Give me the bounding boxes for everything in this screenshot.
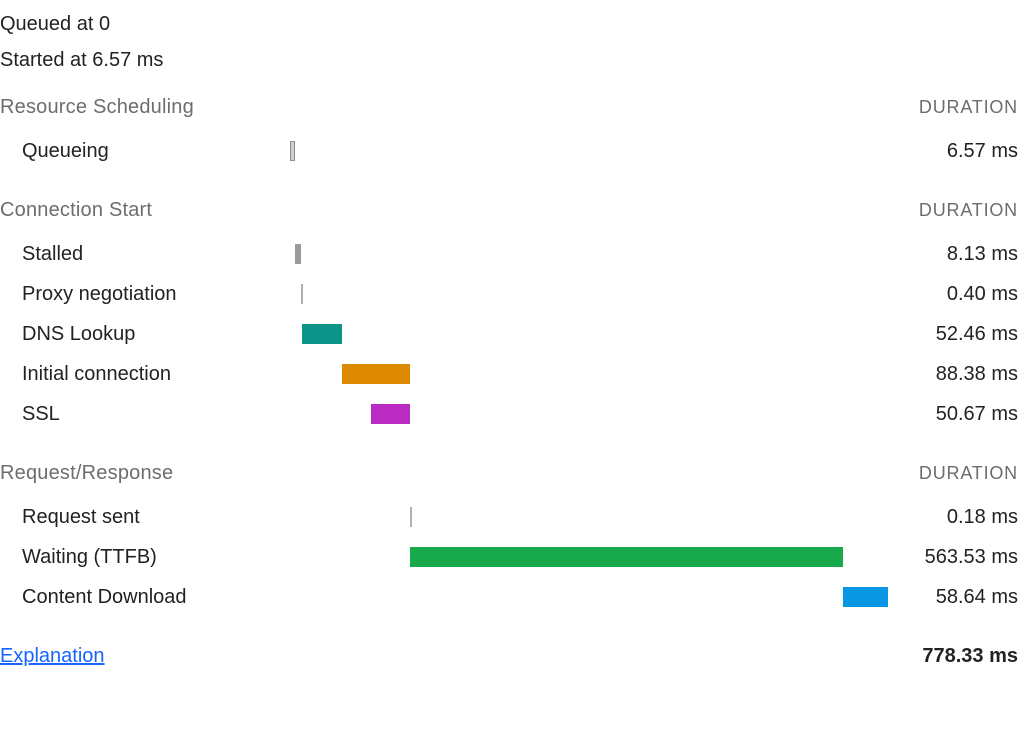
timing-row: Waiting (TTFB) 563.53 ms <box>0 537 1018 577</box>
timing-bar-track <box>290 545 888 569</box>
timing-row-label: Request sent <box>0 506 290 529</box>
timing-bar-track <box>290 322 888 346</box>
timing-row: Content Download 58.64 ms <box>0 577 1018 617</box>
timing-row: SSL 50.67 ms <box>0 394 1018 434</box>
timing-row-value: 0.18 ms <box>888 506 1018 529</box>
timing-bar-track <box>290 505 888 529</box>
timing-row-value: 563.53 ms <box>888 546 1018 569</box>
queued-line: Queued at 0 <box>0 10 1018 38</box>
timing-bar-track <box>290 585 888 609</box>
section-header: Request/Response DURATION <box>0 462 1018 485</box>
started-value: 6.57 ms <box>92 49 163 71</box>
section-header: Connection Start DURATION <box>0 199 1018 222</box>
timing-row-label: DNS Lookup <box>0 323 290 346</box>
timing-row-value: 8.13 ms <box>888 243 1018 266</box>
section-resource-scheduling: Resource Scheduling DURATION Queueing 6.57 … <box>0 96 1018 171</box>
timing-bar <box>301 284 303 304</box>
section-duration-header: DURATION <box>919 463 1018 484</box>
timing-row-value: 0.40 ms <box>888 283 1018 306</box>
timing-bar <box>371 404 410 424</box>
explanation-link[interactable]: Explanation <box>0 645 105 668</box>
section-title: Request/Response <box>0 462 173 485</box>
queued-value: 0 <box>99 13 110 35</box>
timing-row-value: 58.64 ms <box>888 586 1018 609</box>
timing-bar <box>290 141 295 161</box>
timing-row-label: Waiting (TTFB) <box>0 546 290 569</box>
timing-bar <box>843 587 888 607</box>
intro-block: Queued at 0 Started at 6.57 ms <box>0 10 1018 74</box>
timing-row: Queueing 6.57 ms <box>0 131 1018 171</box>
queued-prefix: Queued at <box>0 13 99 35</box>
timing-row-label: Proxy negotiation <box>0 283 290 306</box>
timing-row-label: Initial connection <box>0 363 290 386</box>
section-title: Resource Scheduling <box>0 96 194 119</box>
timing-bar-track <box>290 242 888 266</box>
footer: Explanation 778.33 ms <box>0 645 1018 668</box>
timing-bar <box>342 364 410 384</box>
section-header: Resource Scheduling DURATION <box>0 96 1018 119</box>
timing-bar <box>410 507 412 527</box>
timing-bar <box>295 244 301 264</box>
section-title: Connection Start <box>0 199 152 222</box>
timing-bar-track <box>290 362 888 386</box>
timing-row: DNS Lookup 52.46 ms <box>0 314 1018 354</box>
timing-row: Proxy negotiation 0.40 ms <box>0 274 1018 314</box>
section-connection-start: Connection Start DURATION Stalled 8.13 ms Pr… <box>0 199 1018 434</box>
timing-bar-track <box>290 402 888 426</box>
timing-row-label: Stalled <box>0 243 290 266</box>
timing-bar-track <box>290 139 888 163</box>
timing-row-label: Queueing <box>0 140 290 163</box>
timing-bar <box>410 547 843 567</box>
timing-row: Stalled 8.13 ms <box>0 234 1018 274</box>
started-prefix: Started at <box>0 49 92 71</box>
timing-row-value: 52.46 ms <box>888 323 1018 346</box>
timing-row: Initial connection 88.38 ms <box>0 354 1018 394</box>
timing-row-label: SSL <box>0 403 290 426</box>
section-duration-header: DURATION <box>919 97 1018 118</box>
started-line: Started at 6.57 ms <box>0 46 1018 74</box>
section-duration-header: DURATION <box>919 200 1018 221</box>
timing-row-value: 50.67 ms <box>888 403 1018 426</box>
section-request-response: Request/Response DURATION Request sent 0.18… <box>0 462 1018 617</box>
timing-row: Request sent 0.18 ms <box>0 497 1018 537</box>
timing-bar <box>302 324 342 344</box>
timing-row-label: Content Download <box>0 586 290 609</box>
timing-bar-track <box>290 282 888 306</box>
timing-row-value: 88.38 ms <box>888 363 1018 386</box>
timing-row-value: 6.57 ms <box>888 140 1018 163</box>
timing-sections: Resource Scheduling DURATION Queueing 6.57 … <box>0 96 1018 617</box>
total-duration: 778.33 ms <box>922 645 1018 668</box>
